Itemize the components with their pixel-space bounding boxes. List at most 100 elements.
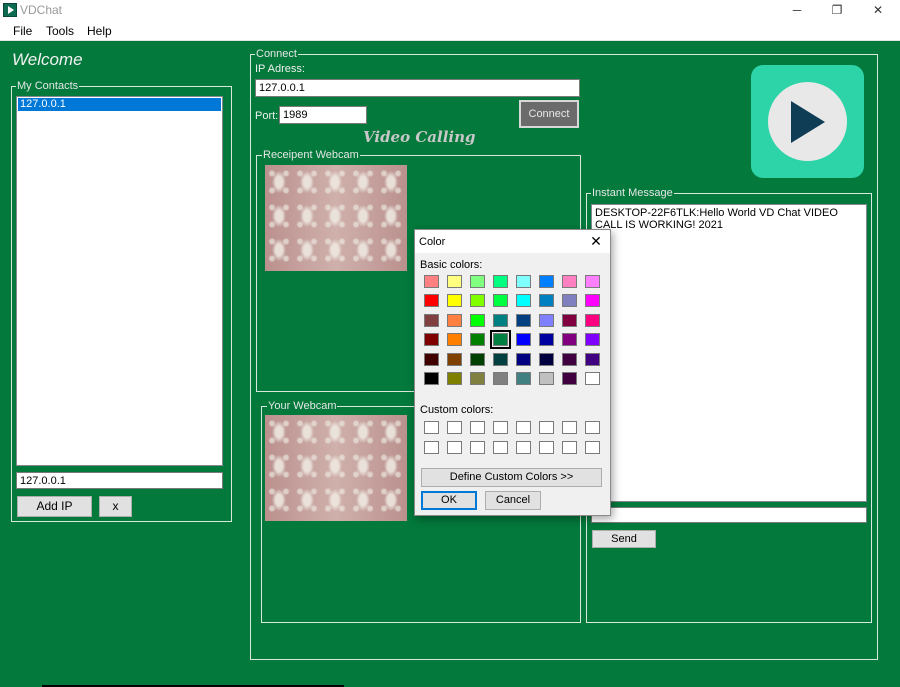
basic-color-swatch[interactable] [585, 314, 600, 327]
basic-color-swatch[interactable] [470, 353, 485, 366]
custom-color-swatch[interactable] [447, 421, 462, 434]
minimize-button[interactable]: ─ [777, 0, 817, 21]
basic-color-swatch[interactable] [470, 275, 485, 288]
basic-color-swatch[interactable] [539, 353, 554, 366]
instant-message-label: Instant Message [591, 187, 674, 199]
basic-color-swatch[interactable] [539, 294, 554, 307]
basic-color-swatch[interactable] [470, 294, 485, 307]
custom-color-swatch[interactable] [424, 441, 439, 454]
custom-color-swatch[interactable] [493, 441, 508, 454]
remove-contact-button[interactable]: x [99, 496, 132, 517]
custom-color-swatch[interactable] [470, 441, 485, 454]
color-dialog-close-icon[interactable]: ✕ [587, 233, 605, 249]
menu-tools[interactable]: Tools [46, 24, 74, 38]
ok-button[interactable]: OK [421, 491, 477, 510]
basic-color-swatch[interactable] [516, 294, 531, 307]
basic-color-swatch[interactable] [493, 314, 508, 327]
basic-color-swatch[interactable] [447, 314, 462, 327]
basic-color-swatch[interactable] [516, 353, 531, 366]
basic-color-swatch[interactable] [585, 372, 600, 385]
window-title: VDChat [20, 3, 63, 17]
basic-color-swatch[interactable] [539, 333, 554, 346]
basic-color-swatch[interactable] [539, 314, 554, 327]
basic-color-swatch[interactable] [585, 294, 600, 307]
basic-color-swatch[interactable] [516, 333, 531, 346]
basic-color-swatch[interactable] [424, 294, 439, 307]
custom-color-swatch[interactable] [585, 421, 600, 434]
basic-color-swatch[interactable] [516, 372, 531, 385]
menu-file[interactable]: File [13, 24, 32, 38]
port-label: Port: [255, 110, 279, 122]
custom-color-swatch[interactable] [424, 421, 439, 434]
contacts-list[interactable]: 127.0.0.1 [16, 96, 223, 466]
color-dialog: Color ✕ Basic colors: Custom colors: Def… [414, 229, 611, 516]
message-history[interactable]: DESKTOP-22F6TLK:Hello World VD Chat VIDE… [591, 204, 867, 502]
basic-color-swatch[interactable] [424, 372, 439, 385]
basic-color-swatch[interactable] [447, 294, 462, 307]
basic-color-swatch[interactable] [447, 372, 462, 385]
close-button[interactable]: ✕ [858, 0, 898, 21]
contact-ip-input[interactable]: 127.0.0.1 [16, 472, 223, 489]
recipient-webcam-label: Receipent Webcam [262, 149, 360, 161]
connect-button[interactable]: Connect [519, 100, 579, 128]
basic-color-swatch[interactable] [470, 333, 485, 346]
basic-color-swatch[interactable] [493, 275, 508, 288]
contact-item[interactable]: 127.0.0.1 [18, 98, 221, 111]
your-webcam-video [265, 415, 407, 521]
basic-color-swatch[interactable] [562, 294, 577, 307]
contacts-label: My Contacts [16, 80, 80, 92]
basic-color-swatch[interactable] [470, 314, 485, 327]
ip-address-input[interactable]: 127.0.0.1 [255, 79, 580, 97]
basic-color-swatch[interactable] [424, 353, 439, 366]
custom-color-swatch[interactable] [516, 421, 531, 434]
custom-color-swatch[interactable] [585, 441, 600, 454]
custom-color-swatch[interactable] [493, 421, 508, 434]
basic-color-swatch[interactable] [562, 333, 577, 346]
custom-color-swatch[interactable] [447, 441, 462, 454]
maximize-button[interactable]: ❐ [817, 0, 857, 21]
basic-colors-label: Basic colors: [420, 259, 483, 271]
message-input[interactable] [591, 507, 867, 523]
send-button[interactable]: Send [592, 530, 656, 548]
basic-color-swatch[interactable] [585, 353, 600, 366]
add-ip-button[interactable]: Add IP [17, 496, 92, 517]
custom-color-swatch[interactable] [516, 441, 531, 454]
basic-color-swatch[interactable] [447, 333, 462, 346]
basic-color-swatch[interactable] [447, 353, 462, 366]
define-custom-colors-button[interactable]: Define Custom Colors >> [421, 468, 602, 487]
app-icon [3, 3, 17, 17]
basic-color-swatch[interactable] [562, 353, 577, 366]
basic-color-swatch[interactable] [424, 333, 439, 346]
basic-color-swatch[interactable] [562, 275, 577, 288]
basic-color-swatch[interactable] [562, 314, 577, 327]
color-dialog-title: Color [419, 236, 446, 248]
title-bar: VDChat ─ ❐ ✕ [0, 0, 900, 21]
basic-color-swatch[interactable] [585, 275, 600, 288]
cancel-button[interactable]: Cancel [485, 491, 541, 510]
basic-color-swatch[interactable] [447, 275, 462, 288]
basic-color-swatch[interactable] [424, 275, 439, 288]
basic-color-swatch[interactable] [424, 314, 439, 327]
connect-label: Connect [255, 48, 298, 60]
color-dialog-titlebar: Color ✕ [415, 230, 610, 253]
basic-color-swatch[interactable] [490, 330, 511, 349]
custom-color-swatch[interactable] [470, 421, 485, 434]
menu-help[interactable]: Help [87, 24, 112, 38]
basic-color-swatch[interactable] [562, 372, 577, 385]
basic-color-swatch[interactable] [493, 294, 508, 307]
custom-color-swatch[interactable] [539, 441, 554, 454]
welcome-heading: Welcome [12, 50, 83, 69]
basic-color-swatch[interactable] [516, 314, 531, 327]
custom-color-swatch[interactable] [562, 421, 577, 434]
basic-color-swatch[interactable] [493, 372, 508, 385]
basic-color-swatch[interactable] [516, 275, 531, 288]
basic-color-swatch[interactable] [493, 353, 508, 366]
custom-color-swatch[interactable] [539, 421, 554, 434]
custom-color-swatch[interactable] [562, 441, 577, 454]
port-input[interactable]: 1989 [279, 106, 367, 124]
basic-color-swatch[interactable] [585, 333, 600, 346]
video-calling-title: Video Calling [363, 128, 476, 146]
basic-color-swatch[interactable] [470, 372, 485, 385]
basic-color-swatch[interactable] [539, 372, 554, 385]
basic-color-swatch[interactable] [539, 275, 554, 288]
